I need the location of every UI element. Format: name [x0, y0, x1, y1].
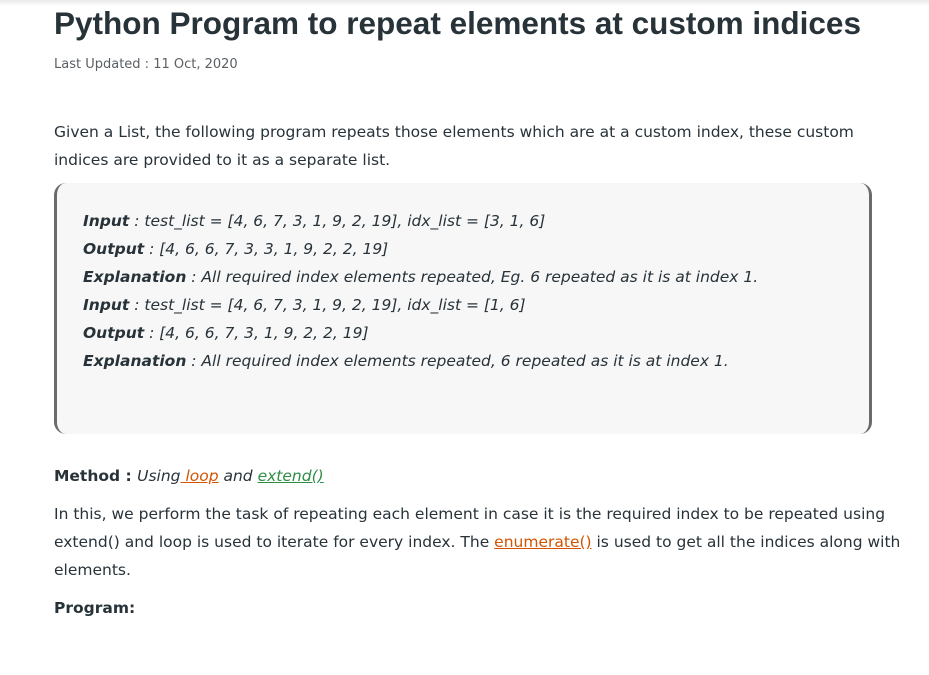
intro-paragraph: Given a List, the following program repe… — [54, 118, 880, 174]
last-updated-label: Last Updated : — [54, 57, 154, 72]
intro-line: Given a List, the following program repe… — [54, 123, 854, 141]
example-line: Input : test_list = [4, 6, 7, 3, 1, 9, 2… — [83, 207, 758, 235]
example-text: : All required index elements repeated, … — [186, 352, 729, 370]
example-label: Input — [83, 212, 130, 230]
method-line: Method : Using loop and extend() — [54, 462, 324, 490]
example-label: Explanation — [83, 352, 187, 370]
example-line: Output : [4, 6, 6, 7, 3, 3, 1, 9, 2, 2, … — [83, 235, 758, 263]
example-label: Output — [83, 240, 145, 258]
example-text: : test_list = [4, 6, 7, 3, 1, 9, 2, 19],… — [129, 212, 546, 230]
extend-link[interactable]: extend() — [258, 467, 324, 485]
example-line: Explanation : All required index element… — [83, 263, 758, 291]
example-line: Output : [4, 6, 6, 7, 3, 1, 9, 2, 2, 19] — [83, 319, 758, 347]
description-text: is used to get all the indices along wit… — [591, 533, 901, 551]
last-updated: Last Updated : 11 Oct, 2020 — [54, 57, 238, 72]
description-line: extend() and loop is used to iterate for… — [54, 528, 900, 556]
description-line: elements. — [54, 561, 131, 579]
method-and: and — [218, 467, 258, 485]
example-text: : test_list = [4, 6, 7, 3, 1, 9, 2, 19],… — [129, 296, 526, 314]
last-updated-date: 11 Oct, 2020 — [153, 57, 238, 72]
page-title: Python Program to repeat elements at cus… — [54, 5, 861, 41]
program-label: Program: — [54, 599, 136, 617]
enumerate-link[interactable]: enumerate() — [494, 533, 591, 551]
intro-line: indices are provided to it as a separate… — [54, 151, 391, 169]
description-line: In this, we perform the task of repeatin… — [54, 505, 886, 523]
example-line: Input : test_list = [4, 6, 7, 3, 1, 9, 2… — [83, 291, 758, 319]
example-text: : [4, 6, 6, 7, 3, 3, 1, 9, 2, 2, 19] — [144, 240, 389, 258]
description-text: extend() and loop is used to iterate for… — [54, 533, 495, 551]
example-label: Output — [83, 324, 145, 342]
method-using: Using — [137, 467, 181, 485]
method-label: Method : — [54, 467, 138, 485]
loop-link[interactable]: loop — [181, 467, 218, 485]
example-text: : All required index elements repeated, … — [186, 268, 759, 286]
example-box: Input : test_list = [4, 6, 7, 3, 1, 9, 2… — [54, 183, 872, 434]
description-paragraph: In this, we perform the task of repeatin… — [54, 500, 900, 584]
example-text: : [4, 6, 6, 7, 3, 1, 9, 2, 2, 19] — [144, 324, 369, 342]
example-label: Input — [83, 296, 130, 314]
example-line: Explanation : All required index element… — [83, 347, 758, 375]
example-label: Explanation — [83, 268, 187, 286]
